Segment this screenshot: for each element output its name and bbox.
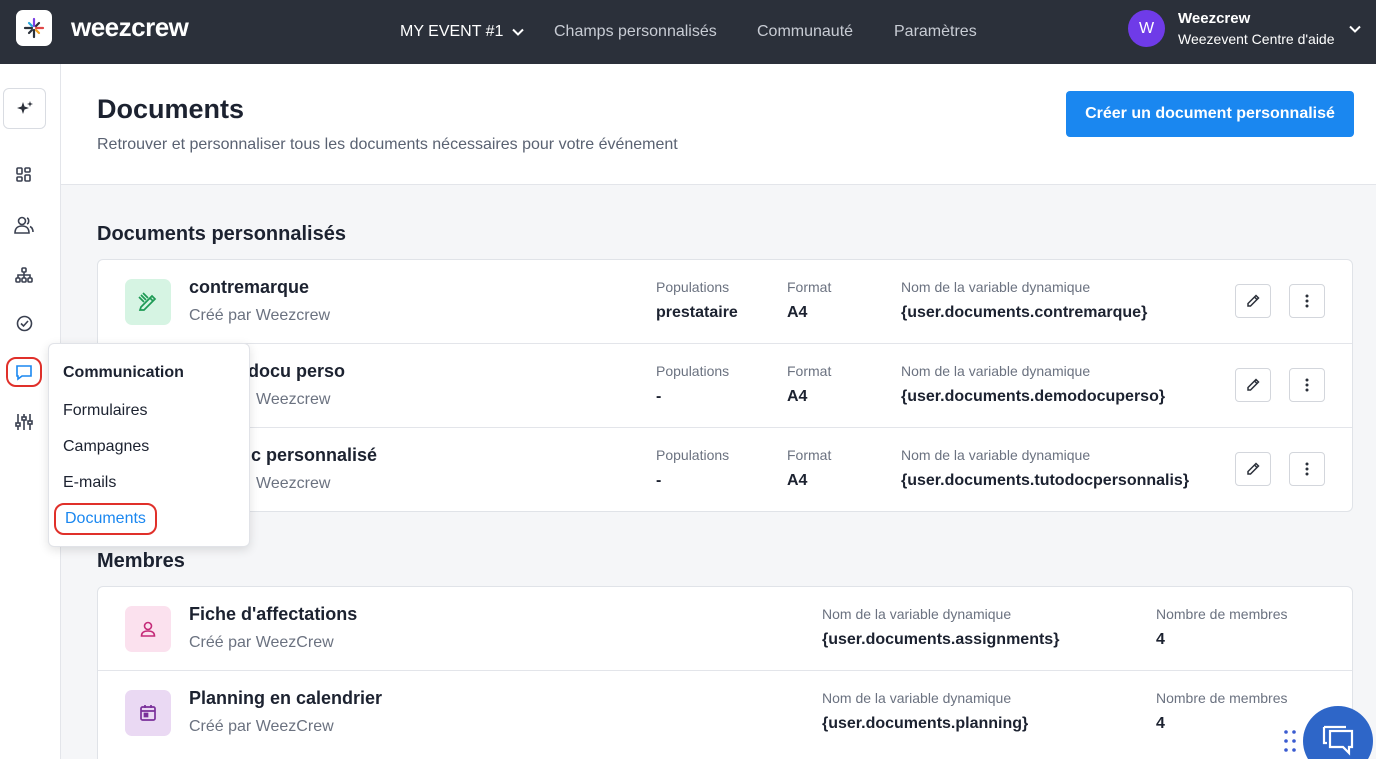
custom-documents-section-title: Documents personnalisés [97,223,346,245]
document-author: Créé par Weezcrew [189,307,331,324]
edit-pencil-icon[interactable] [1235,368,1271,402]
variable-label: Nom de la variable dynamique [901,279,1091,295]
weezcrew-logo-icon[interactable] [16,10,52,46]
document-title[interactable]: Planning en calendrier [189,688,382,709]
page-subtitle: Retrouver et personnaliser tous les docu… [97,136,678,153]
design-tools-icon [125,279,171,325]
submenu-item-documents[interactable]: Documents [54,503,157,535]
more-options-icon[interactable] [1289,452,1325,486]
communication-submenu: Communication Formulaires Campagnes E-ma… [48,343,250,547]
document-author: Créé par WeezCrew [189,634,334,651]
submenu-title: Communication [63,364,184,381]
user-organization[interactable]: Weezevent Centre d'aide [1178,31,1335,47]
drag-handle-icon[interactable] [1283,729,1297,753]
list-item[interactable]: c personnalisé Weezcrew Populations - Fo… [98,428,1352,511]
nav-settings[interactable]: Paramètres [894,0,977,64]
chat-icon[interactable] [6,357,42,387]
more-options-icon[interactable] [1289,368,1325,402]
variable-label: Nom de la variable dynamique [901,447,1091,463]
brand-name[interactable]: weezcrew [71,12,189,43]
members-section-title: Membres [97,550,185,572]
format-value: A4 [787,388,808,405]
user-avatar[interactable]: W [1128,10,1165,47]
populations-value: prestataire [656,304,738,321]
users-icon[interactable] [12,213,36,237]
document-title[interactable]: Fiche d'affectations [189,604,357,625]
populations-label: Populations [656,363,730,379]
edit-pencil-icon[interactable] [1235,452,1271,486]
user-name[interactable]: Weezcrew [1178,10,1250,27]
populations-label: Populations [656,447,730,463]
submenu-item-forms[interactable]: Formulaires [63,402,147,420]
member-count-label: Nombre de membres [1156,690,1288,706]
org-chart-icon[interactable] [12,263,36,287]
members-documents-list: Fiche d'affectations Créé par WeezCrew N… [97,586,1353,759]
variable-label: Nom de la variable dynamique [822,690,1012,706]
dashboard-icon[interactable] [12,163,36,187]
submenu-item-campaigns[interactable]: Campagnes [63,438,149,456]
variable-value: {user.documents.demodocuperso} [901,388,1166,405]
event-selector-label: MY EVENT #1 [400,23,504,40]
variable-value: {user.documents.contremarque} [901,304,1148,321]
variable-value: {user.documents.planning} [822,715,1029,732]
top-navigation-bar: weezcrew MY EVENT #1 Champs personnalisé… [0,0,1376,64]
edit-pencil-icon[interactable] [1235,284,1271,318]
format-value: A4 [787,304,808,321]
list-item[interactable]: contremarque Créé par Weezcrew Populatio… [98,260,1352,344]
calendar-icon [125,690,171,736]
format-value: A4 [787,472,808,489]
populations-value: - [656,388,662,405]
format-label: Format [787,363,832,379]
sliders-icon[interactable] [12,410,36,434]
event-selector[interactable]: MY EVENT #1 [400,0,525,64]
format-label: Format [787,447,832,463]
populations-value: - [656,472,662,489]
populations-label: Populations [656,279,730,295]
user-icon [125,606,171,652]
format-label: Format [787,279,832,295]
user-menu-chevron-down-icon[interactable] [1348,22,1362,36]
custom-documents-list: contremarque Créé par Weezcrew Populatio… [97,259,1353,512]
member-count-value: 4 [1156,631,1165,648]
nav-custom-fields[interactable]: Champs personnalisés [554,0,717,64]
document-author: Weezcrew [256,391,331,408]
nav-community[interactable]: Communauté [757,0,853,64]
member-count-value: 4 [1156,715,1165,732]
document-author: Créé par WeezCrew [189,718,334,735]
document-title[interactable]: contremarque [189,277,309,298]
list-item[interactable]: Fiche d'affectations Créé par WeezCrew N… [98,587,1352,671]
submenu-item-emails[interactable]: E-mails [63,474,116,492]
document-title[interactable]: docu perso [248,361,345,382]
chevron-down-icon [512,28,525,36]
variable-label: Nom de la variable dynamique [822,606,1012,622]
document-title[interactable]: c personnalisé [251,445,377,466]
variable-label: Nom de la variable dynamique [901,363,1091,379]
variable-value: {user.documents.assignments} [822,631,1060,648]
page-title: Documents [97,94,245,124]
variable-value: {user.documents.tutodocpersonnalis} [901,472,1190,489]
create-custom-document-button[interactable]: Créer un document personnalisé [1066,91,1354,137]
list-item[interactable]: Planning en calendrier Créé par WeezCrew… [98,671,1352,755]
sparkle-icon[interactable] [3,88,46,129]
more-options-icon[interactable] [1289,284,1325,318]
member-count-label: Nombre de membres [1156,606,1288,622]
document-author: Weezcrew [256,475,331,492]
check-circle-icon[interactable] [12,311,36,335]
list-item[interactable]: docu perso Weezcrew Populations - Format… [98,344,1352,428]
page-header: Documents Retrouver et personnaliser tou… [61,64,1376,185]
